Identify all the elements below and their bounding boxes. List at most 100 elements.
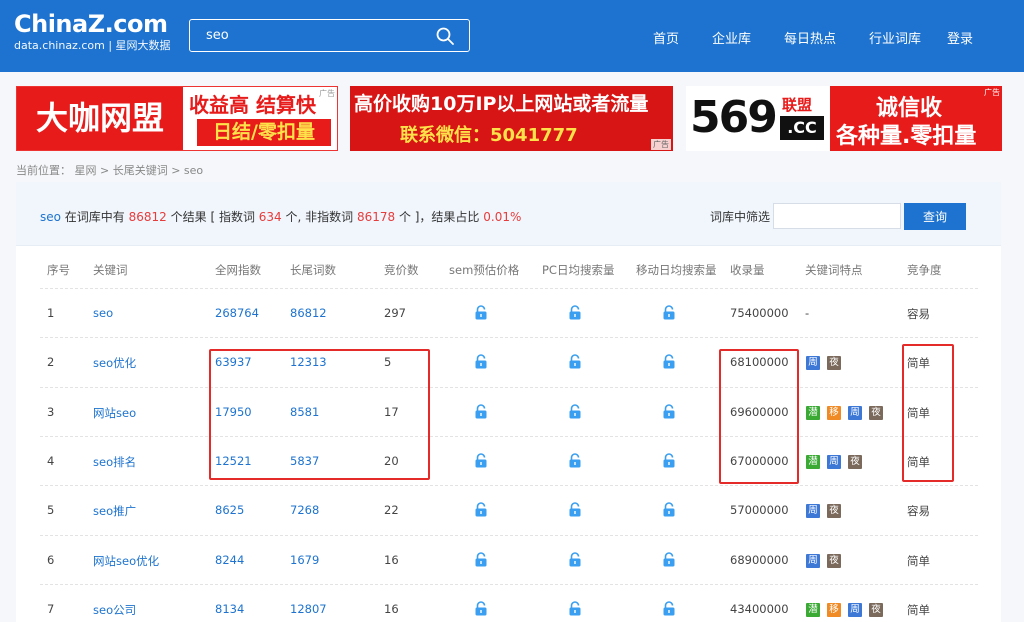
- breadcrumb: 当前位置： 星网 > 长尾关键词 > seo: [16, 164, 204, 177]
- row-divider: [40, 534, 978, 536]
- nav-login[interactable]: 登录: [947, 28, 973, 47]
- ad-banner-3[interactable]: 569 联盟 .CC 诚信收 各种量.零扣量 广告: [686, 86, 1002, 151]
- summary-text-4: 个 ]，结果占比: [395, 210, 484, 224]
- row-divider: [40, 288, 978, 289]
- lock-icon[interactable]: [568, 601, 582, 616]
- top-header: ChinaZ.com data.chinaz.com | 星网大数据 首页 企业…: [0, 0, 1024, 72]
- row-divider: [40, 583, 978, 585]
- col-header-bids: 竞价数: [384, 263, 419, 277]
- lock-icon[interactable]: [568, 453, 582, 468]
- lock-icon[interactable]: [662, 601, 676, 616]
- lock-icon[interactable]: [662, 551, 676, 567]
- keyword-link[interactable]: seo公司: [93, 602, 136, 618]
- results-panel: seo 在词库中有 86812 个结果 [ 指数词 634 个, 非指数词 86…: [16, 182, 1001, 622]
- highlight-box-metrics: [209, 349, 430, 480]
- index-value-link[interactable]: 268764: [215, 306, 259, 320]
- bid-count: 16: [384, 552, 399, 567]
- search-input[interactable]: [190, 20, 430, 51]
- ad2-contact: 联系微信：5041777: [400, 125, 578, 146]
- ad3-number: 569: [690, 92, 778, 143]
- keyword-link[interactable]: seo推广: [93, 503, 136, 519]
- lock-icon[interactable]: [662, 305, 676, 320]
- keyword-link[interactable]: seo: [93, 306, 113, 320]
- lock-icon[interactable]: [474, 403, 488, 419]
- lock-icon[interactable]: [568, 403, 582, 419]
- col-header-sem-price: sem预估价格: [449, 263, 520, 277]
- lock-icon[interactable]: [568, 354, 582, 369]
- highlight-box-indexed: [719, 349, 799, 484]
- ad-banner-2[interactable]: 高价收购10万IP以上网站或者流量 联系微信：5041777 广告: [350, 86, 673, 151]
- trait-tag: 潜: [806, 405, 820, 420]
- bid-count: 22: [384, 503, 399, 518]
- ad-banner-1[interactable]: 大咖网盟 收益高 结算快 日结/零扣量 广告: [16, 86, 338, 151]
- nav-industry-words[interactable]: 行业词库: [869, 28, 921, 47]
- lock-icon[interactable]: [474, 453, 488, 468]
- ad3-any-traffic: 各种量.零扣量: [836, 124, 977, 149]
- ad3-tag: 广告: [984, 88, 1000, 97]
- lock-icon[interactable]: [474, 305, 488, 320]
- index-value-link[interactable]: 8134: [215, 602, 244, 616]
- longtail-count-link[interactable]: 86812: [290, 306, 327, 320]
- logo-brand: ChinaZ.com: [14, 10, 168, 38]
- keyword-link[interactable]: seo排名: [93, 454, 136, 470]
- bid-count: 16: [384, 601, 399, 616]
- row-number: 1: [47, 306, 55, 320]
- keyword-link[interactable]: 网站seo: [93, 405, 136, 421]
- nav-company-library[interactable]: 企业库: [712, 28, 751, 47]
- summary-text-3: 个, 非指数词: [281, 210, 357, 224]
- nav-daily-hot[interactable]: 每日热点: [784, 28, 836, 47]
- trait-tag: 夜: [827, 553, 841, 568]
- row-divider: [40, 485, 978, 487]
- row-number: 6: [47, 552, 55, 567]
- lock-icon[interactable]: [662, 403, 676, 419]
- filter-input[interactable]: [773, 203, 901, 229]
- keyword-link[interactable]: seo优化: [93, 355, 136, 371]
- trait-tag: 夜: [827, 504, 841, 519]
- search-box: [189, 19, 470, 52]
- index-value-link[interactable]: 8244: [215, 553, 244, 567]
- traits-empty: -: [805, 306, 810, 320]
- summary-total: 86812: [128, 210, 167, 224]
- nav-home[interactable]: 首页: [653, 28, 679, 47]
- longtail-count-link[interactable]: 7268: [290, 503, 319, 517]
- trait-tag: 周: [806, 553, 820, 568]
- ad3-union: 联盟: [782, 96, 813, 114]
- trait-tag: 周: [806, 504, 820, 519]
- longtail-count-link[interactable]: 1679: [290, 553, 319, 567]
- lock-icon[interactable]: [474, 354, 488, 369]
- lock-icon[interactable]: [662, 502, 676, 517]
- col-header-pc-search: PC日均搜索量: [542, 263, 615, 277]
- competition-level: 简单: [907, 602, 930, 617]
- ad1-title: 大咖网盟: [17, 87, 183, 150]
- summary-text-1: 在词库中有: [60, 210, 129, 224]
- summary-bar: seo 在词库中有 86812 个结果 [ 指数词 634 个, 非指数词 86…: [16, 182, 1001, 246]
- keyword-link[interactable]: 网站seo优化: [93, 553, 159, 569]
- lock-icon[interactable]: [474, 551, 488, 567]
- site-logo[interactable]: ChinaZ.com data.chinaz.com | 星网大数据: [14, 10, 171, 53]
- col-header-no: 序号: [47, 263, 70, 277]
- col-header-mobile-search: 移动日均搜索量: [636, 263, 717, 277]
- lock-icon[interactable]: [474, 502, 488, 517]
- lock-icon[interactable]: [662, 354, 676, 369]
- bid-count: 297: [384, 306, 406, 320]
- longtail-count-link[interactable]: 12807: [290, 602, 327, 616]
- competition-level: 容易: [907, 307, 930, 321]
- competition-level: 简单: [907, 553, 930, 568]
- row-number: 2: [47, 355, 55, 370]
- search-icon[interactable]: [435, 26, 455, 46]
- lock-icon[interactable]: [568, 305, 582, 320]
- lock-icon[interactable]: [568, 502, 582, 517]
- lock-icon[interactable]: [474, 601, 488, 616]
- row-number: 7: [47, 601, 55, 616]
- trait-tag: 移: [827, 602, 841, 617]
- query-button[interactable]: 查询: [904, 203, 966, 230]
- trait-tag: 夜: [848, 454, 862, 469]
- indexed-count: 68900000: [730, 552, 789, 567]
- lock-icon[interactable]: [568, 551, 582, 567]
- row-number: 3: [47, 404, 55, 419]
- lock-icon[interactable]: [662, 453, 676, 468]
- index-value-link[interactable]: 8625: [215, 503, 244, 517]
- summary-keyword[interactable]: seo: [40, 210, 61, 224]
- trait-tag: 夜: [827, 356, 841, 371]
- row-number: 5: [47, 503, 55, 518]
